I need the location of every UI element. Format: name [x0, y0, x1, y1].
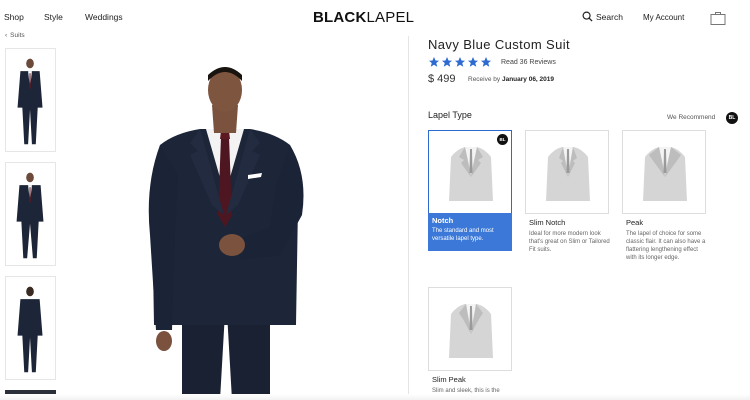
search-label: Search — [596, 11, 623, 22]
product-model-image — [148, 67, 304, 400]
recommend-badge: BL — [726, 112, 738, 124]
logo-black: BLACK — [313, 9, 367, 26]
thumbnail-back[interactable] — [5, 276, 56, 380]
option-name-slim-notch: Slim Notch — [529, 218, 566, 227]
chevron-left-icon: ‹ — [5, 32, 8, 39]
lapel-option-slim-peak[interactable] — [428, 287, 512, 371]
receive-date: January 06, 2019 — [501, 76, 555, 83]
search-icon — [582, 11, 593, 22]
notch-lapel-image — [449, 147, 493, 201]
option-name-peak: Peak — [626, 218, 644, 227]
nav-weddings[interactable]: Weddings — [85, 12, 123, 22]
recommended-badge: BL — [497, 134, 508, 145]
option-name-slim-peak: Slim Peak — [432, 375, 466, 384]
site-header: Shop Style Weddings BLACKLAPEL Search My… — [0, 0, 750, 36]
we-recommend-label: We Recommend — [667, 114, 716, 121]
back-label: Suits — [10, 32, 25, 39]
peak-lapel-image — [643, 147, 687, 201]
product-title: Navy Blue Custom Suit — [428, 37, 571, 52]
lapel-type-heading: Lapel Type — [428, 110, 472, 120]
receive-prefix: Receive by — [468, 76, 501, 83]
read-reviews-link[interactable]: Read 36 Reviews — [501, 59, 556, 66]
bottom-fade — [0, 394, 750, 400]
content-divider — [408, 36, 409, 400]
nav-style[interactable]: Style — [44, 12, 63, 22]
notch-selected-details[interactable]: Notch The standard and most versatile la… — [428, 213, 512, 251]
my-account-link[interactable]: My Account — [643, 13, 684, 22]
brand-logo[interactable]: BLACKLAPEL — [313, 9, 414, 26]
delivery-estimate: Receive by January 06, 2019 — [468, 76, 554, 83]
product-price: $ 499 — [428, 73, 456, 85]
nav-shop[interactable]: Shop — [4, 12, 24, 22]
star-icon — [429, 57, 439, 67]
thumbnail-front[interactable] — [5, 48, 56, 152]
option-desc-slim-notch: Ideal for more modern look that's great … — [529, 231, 610, 253]
star-icon — [455, 57, 465, 67]
option-name-notch: Notch — [432, 216, 454, 225]
thumbnail-standing[interactable] — [5, 162, 56, 266]
star-icon — [481, 57, 491, 67]
slim-notch-lapel-image — [546, 147, 590, 201]
lapel-option-peak[interactable] — [622, 130, 706, 214]
back-to-suits-link[interactable]: ‹ Suits — [5, 32, 25, 39]
search-button[interactable]: Search — [582, 11, 623, 22]
rating-stars[interactable] — [428, 56, 492, 68]
slim-peak-lapel-image — [449, 304, 493, 358]
option-desc-peak: The lapel of choice for some classic fla… — [626, 231, 706, 261]
star-icon — [468, 57, 478, 67]
star-icon — [442, 57, 452, 67]
logo-lapel: LAPEL — [366, 9, 415, 26]
shopping-bag-icon[interactable] — [710, 11, 726, 25]
lapel-option-slim-notch[interactable] — [525, 130, 609, 214]
lapel-option-notch[interactable]: BL — [428, 130, 512, 214]
option-desc-notch: The standard and most versatile lapel ty… — [432, 228, 494, 242]
